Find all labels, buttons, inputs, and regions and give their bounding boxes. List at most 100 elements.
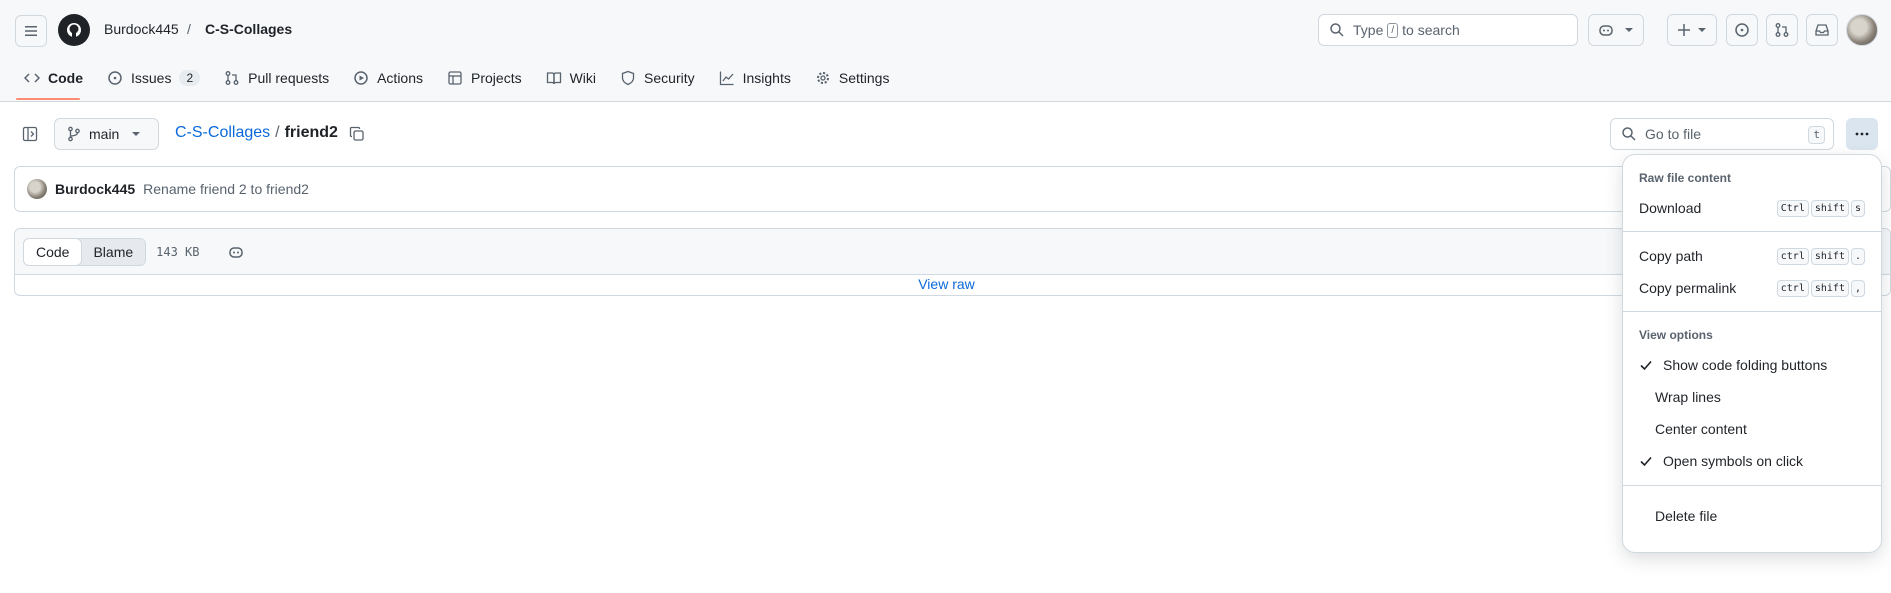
copy-icon (349, 126, 364, 141)
tab-issues[interactable]: Issues 2 (99, 62, 208, 94)
issue-icon (108, 71, 122, 85)
menu-item-label: Download (1639, 200, 1702, 216)
tab-label: Security (644, 70, 695, 86)
keyboard-shortcut: ctrl shift, (1776, 279, 1865, 297)
key-period: . (1850, 247, 1865, 265)
table-icon (448, 71, 462, 85)
active-tab-indicator (16, 98, 80, 100)
inbox-button[interactable] (1806, 14, 1838, 46)
ask-copilot-button[interactable] (228, 244, 244, 260)
open-symbols-menu-item[interactable]: Open symbols on click (1631, 447, 1873, 475)
check-icon (1639, 454, 1655, 468)
global-header: Burdock445 / C-S-Collages Type / to sear… (0, 0, 1891, 102)
commit-author[interactable]: Burdock445 (55, 181, 135, 197)
menu-button[interactable] (15, 15, 47, 47)
tab-wiki[interactable]: Wiki (538, 62, 604, 94)
menu-item-label: Copy permalink (1639, 280, 1737, 296)
file-toolbar: Code Blame 143 KB (15, 229, 1890, 275)
download-menu-item[interactable]: Download Ctrl shift s (1631, 194, 1873, 222)
path-repo-link[interactable]: C-S-Collages (175, 124, 270, 141)
latest-commit-bar: Burdock445 Rename friend 2 to friend2 (14, 166, 1891, 212)
copilot-button[interactable] (1588, 14, 1644, 46)
file-options-menu: Raw file content Download Ctrl shift s Cop… (1623, 155, 1881, 552)
git-branch-icon (68, 126, 80, 142)
tab-label: Actions (377, 70, 424, 86)
tab-settings[interactable]: Settings (807, 62, 898, 94)
check-icon (1639, 358, 1655, 372)
key-ctrl: Ctrl (1776, 199, 1809, 217)
tab-security[interactable]: Security (612, 62, 703, 94)
pull-request-icon (225, 71, 239, 85)
menu-item-label: Wrap lines (1655, 389, 1721, 405)
tab-label: Settings (838, 70, 890, 86)
copy-path-menu-item[interactable]: Copy path ctrl shift. (1631, 242, 1873, 270)
key-s: s (1850, 199, 1865, 217)
wrap-lines-menu-item[interactable]: Wrap lines (1631, 383, 1873, 411)
pull-requests-button[interactable] (1766, 14, 1798, 46)
pull-request-icon (1775, 23, 1789, 37)
path-separator: / (275, 124, 280, 141)
menu-item-label: Center content (1655, 421, 1747, 437)
menu-item-label: Show code folding buttons (1663, 357, 1828, 373)
plus-icon (1678, 24, 1690, 36)
path-file-name: friend2 (284, 124, 338, 141)
inbox-icon (1815, 24, 1829, 36)
play-icon (354, 71, 368, 85)
copy-path-button[interactable] (346, 123, 368, 145)
more-options-button[interactable] (1846, 118, 1878, 150)
repo-link[interactable]: C-S-Collages (205, 21, 292, 37)
tab-actions[interactable]: Actions (345, 62, 431, 94)
owner-link[interactable]: Burdock445 (104, 21, 179, 37)
key-comma: , (1850, 279, 1865, 297)
view-raw-link[interactable]: View raw (15, 276, 1878, 292)
search-shortcut-key: / (1387, 22, 1399, 38)
tab-pull-requests[interactable]: Pull requests (216, 62, 337, 94)
issues-button[interactable] (1726, 14, 1758, 46)
sidebar-toggle-button[interactable] (16, 120, 44, 148)
raw-file-content-heading: Raw file content (1639, 171, 1732, 185)
menu-item-label: Delete file (1655, 508, 1718, 524)
file-size: 143 KB (156, 244, 200, 259)
tab-label: Issues (131, 70, 172, 86)
code-view-button[interactable]: Code (23, 237, 83, 266)
book-icon (546, 72, 561, 85)
blame-view-button[interactable]: Blame (81, 239, 145, 265)
graph-icon (719, 71, 734, 86)
file-viewer: Code Blame 143 KB View raw (14, 228, 1891, 296)
search-input[interactable]: Type / to search (1318, 14, 1578, 46)
tab-projects[interactable]: Projects (439, 62, 530, 94)
tab-label: Wiki (569, 70, 597, 86)
copy-permalink-menu-item[interactable]: Copy permalink ctrl shift, (1631, 274, 1873, 302)
github-logo-icon[interactable] (58, 14, 90, 46)
commit-message[interactable]: Rename friend 2 to friend2 (143, 181, 309, 197)
tab-code[interactable]: Code (16, 62, 91, 94)
menu-divider (1623, 311, 1881, 312)
go-to-file-placeholder: Go to file (1645, 126, 1702, 142)
code-icon (24, 73, 40, 83)
tab-insights[interactable]: Insights (711, 62, 799, 94)
key-shift: shift (1810, 279, 1849, 297)
chevron-down-icon (132, 132, 141, 136)
keyboard-shortcut: Ctrl shift s (1776, 199, 1865, 217)
show-code-folding-menu-item[interactable]: Show code folding buttons (1631, 351, 1873, 379)
breadcrumb-separator: / (187, 21, 191, 37)
issue-icon (1735, 23, 1749, 37)
keyboard-shortcut: ctrl shift. (1776, 247, 1865, 265)
branch-selector[interactable]: main (54, 118, 159, 150)
search-text-before: Type (1353, 22, 1384, 38)
go-to-file-shortcut-key: t (1808, 126, 1825, 144)
key-shift: shift (1810, 247, 1849, 265)
repo-nav: Code Issues 2 Pull requests Actions Proj… (16, 62, 905, 102)
create-new-button[interactable] (1667, 14, 1717, 46)
user-avatar[interactable] (1846, 14, 1878, 46)
delete-file-menu-item[interactable]: Delete file (1631, 502, 1873, 530)
key-ctrl: ctrl (1776, 247, 1809, 265)
tab-label: Pull requests (248, 70, 330, 86)
menu-item-label: Copy path (1639, 248, 1703, 264)
avatar[interactable] (27, 179, 47, 199)
go-to-file-input[interactable]: Go to file t (1610, 118, 1834, 150)
tab-label: Insights (742, 70, 791, 86)
center-content-menu-item[interactable]: Center content (1631, 415, 1873, 443)
tab-label: Code (48, 70, 83, 86)
branch-name: main (89, 126, 120, 142)
